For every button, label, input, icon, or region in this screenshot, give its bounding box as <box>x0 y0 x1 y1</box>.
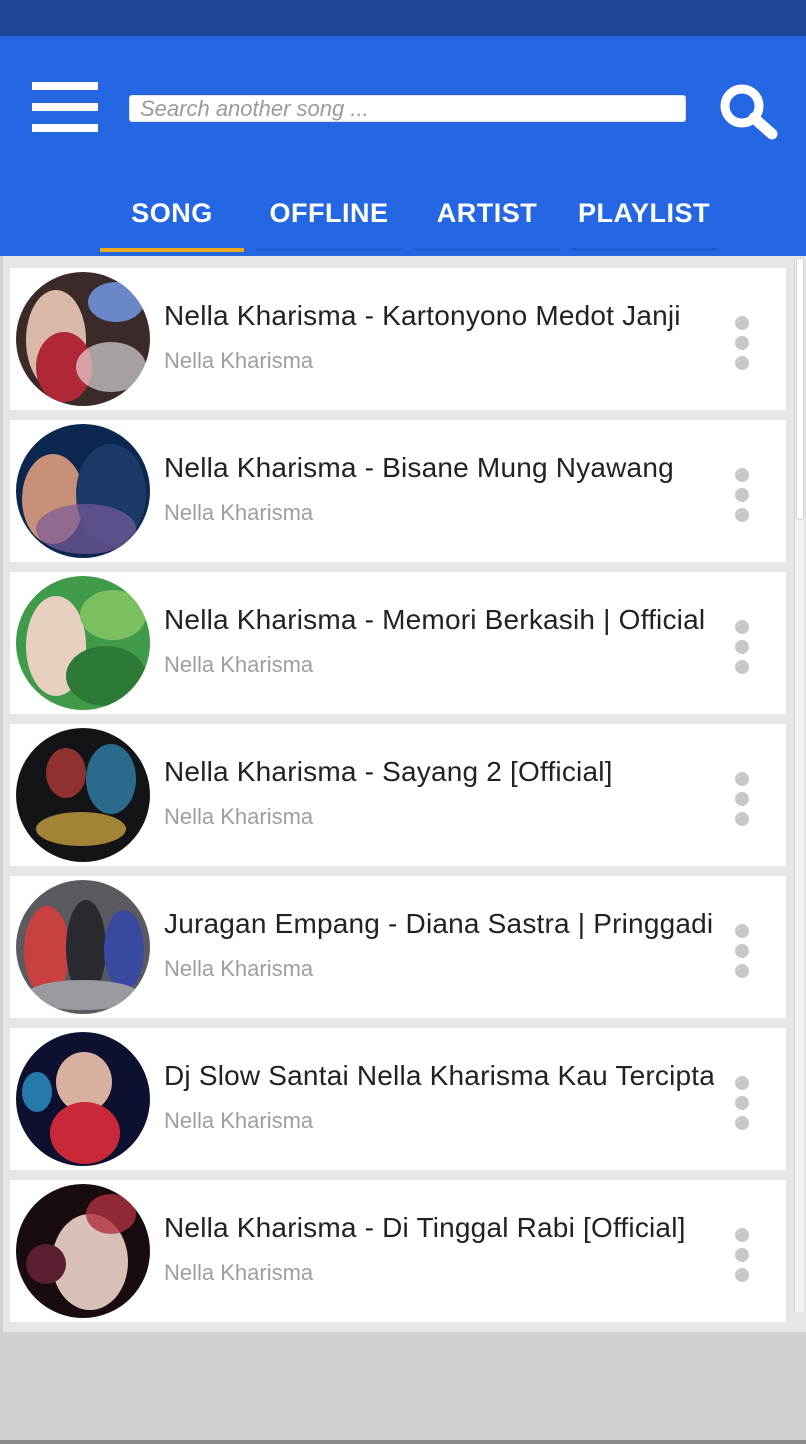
song-artist: Nella Kharisma <box>164 1108 314 1133</box>
song-row[interactable]: Dj Slow Santai Nella Kharisma Kau Tercip… <box>10 1028 786 1170</box>
song-artist: Nella Kharisma <box>164 956 314 981</box>
song-row[interactable]: Nella Kharisma - Memori Berkasih | Offic… <box>10 572 786 714</box>
scrollbar-thumb[interactable] <box>796 258 804 520</box>
tab-playlist[interactable]: PLAYLIST <box>570 198 718 234</box>
song-title: Nella Kharisma - Memori Berkasih | Offic… <box>164 604 706 635</box>
song-thumbnail <box>16 576 150 710</box>
more-vertical-icon[interactable] <box>728 316 756 376</box>
song-row[interactable]: Nella Kharisma - Sayang 2 [Official] Nel… <box>10 724 786 866</box>
song-row[interactable]: Nella Kharisma - Di Tinggal Rabi [Offici… <box>10 1180 786 1322</box>
more-vertical-icon[interactable] <box>728 924 756 984</box>
song-artist: Nella Kharisma <box>164 500 314 525</box>
tab-artist[interactable]: ARTIST <box>414 198 560 234</box>
song-title: Nella Kharisma - Sayang 2 [Official] <box>164 756 613 787</box>
song-thumbnail <box>16 424 150 558</box>
more-vertical-icon[interactable] <box>728 1228 756 1288</box>
song-row[interactable]: Nella Kharisma - Bisane Mung Nyawang Nel… <box>10 420 786 562</box>
tab-indicator-active <box>100 248 244 252</box>
more-vertical-icon[interactable] <box>728 468 756 528</box>
song-thumbnail <box>16 1184 150 1318</box>
tab-offline[interactable]: OFFLINE <box>256 198 402 234</box>
bottom-area <box>0 1332 806 1444</box>
song-thumbnail <box>16 728 150 862</box>
status-bar <box>0 0 806 36</box>
more-vertical-icon[interactable] <box>728 1076 756 1136</box>
tab-indicator <box>256 248 402 251</box>
song-list[interactable]: Nella Kharisma - Kartonyono Medot Janji … <box>0 256 806 1332</box>
more-vertical-icon[interactable] <box>728 772 756 832</box>
song-thumbnail <box>16 272 150 406</box>
song-title: Juragan Empang - Diana Sastra | Pringgad… <box>164 908 714 939</box>
hamburger-menu-icon[interactable] <box>32 82 98 132</box>
song-row[interactable]: Nella Kharisma - Kartonyono Medot Janji … <box>10 268 786 410</box>
song-title: Dj Slow Santai Nella Kharisma Kau Tercip… <box>164 1060 714 1091</box>
bottom-divider <box>0 1440 806 1444</box>
song-thumbnail <box>16 1032 150 1166</box>
more-vertical-icon[interactable] <box>728 620 756 680</box>
song-artist: Nella Kharisma <box>164 804 314 829</box>
search-icon[interactable] <box>716 80 780 140</box>
search-input[interactable] <box>129 95 686 122</box>
scrollbar[interactable] <box>794 258 804 1312</box>
song-title: Nella Kharisma - Bisane Mung Nyawang <box>164 452 674 483</box>
song-artist: Nella Kharisma <box>164 652 314 677</box>
tab-song[interactable]: SONG <box>100 198 244 234</box>
song-title: Nella Kharisma - Di Tinggal Rabi [Offici… <box>164 1212 686 1243</box>
song-thumbnail <box>16 880 150 1014</box>
tab-indicator <box>570 248 718 251</box>
song-row[interactable]: Juragan Empang - Diana Sastra | Pringgad… <box>10 876 786 1018</box>
song-artist: Nella Kharisma <box>164 1260 314 1285</box>
song-artist: Nella Kharisma <box>164 348 314 373</box>
tab-indicator <box>414 248 560 251</box>
song-title: Nella Kharisma - Kartonyono Medot Janji <box>164 300 681 331</box>
